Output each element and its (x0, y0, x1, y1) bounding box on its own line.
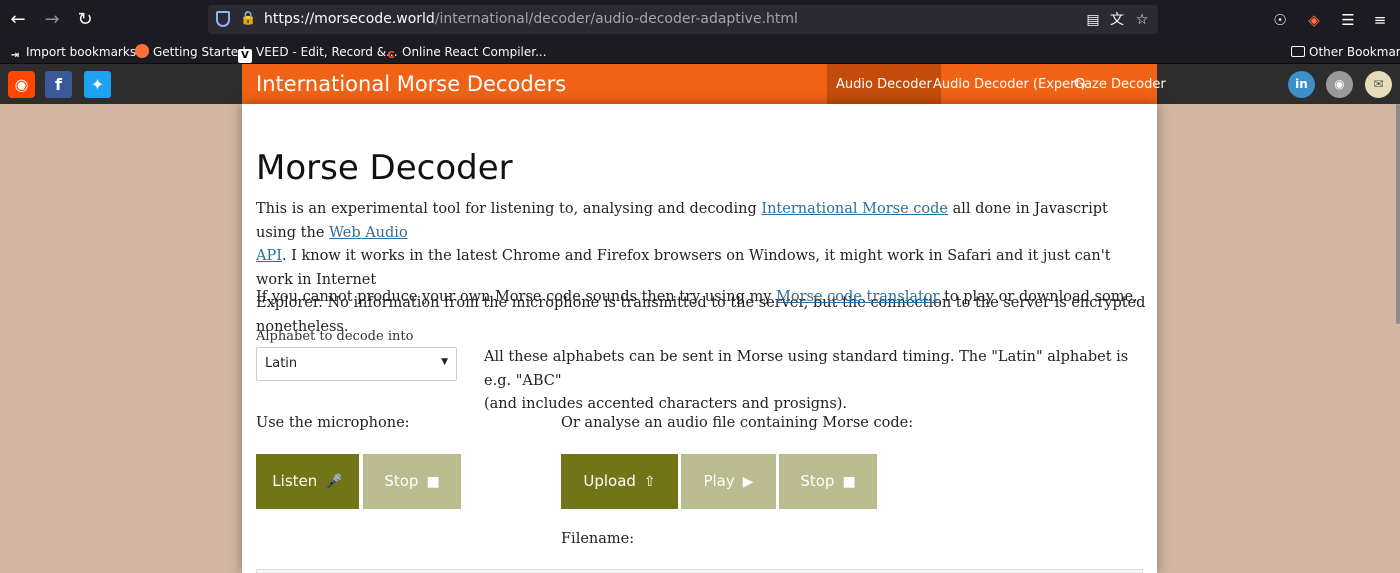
bookmarks-bar: ⇥ Import bookmarks... Getting Started V VE… (0, 40, 1400, 64)
intro-paragraph: This is an experimental tool for listeni… (256, 201, 1146, 335)
main-content: Morse Decoder This is an experimental to… (242, 104, 1157, 573)
translate-icon[interactable]: 文 (1108, 11, 1126, 29)
site-header: International Morse Decoders Audio Decod… (242, 64, 1166, 104)
compiler-icon: C (387, 50, 395, 61)
alphabet-label: Alphabet to decode into (256, 329, 414, 344)
output-box (256, 569, 1143, 573)
web-audio-api-link[interactable]: API (256, 248, 282, 264)
url-bar[interactable]: 🔒 https://morsecode.world/international/… (208, 5, 1158, 34)
reload-icon[interactable]: ↻ (73, 8, 97, 32)
bookmark-react-compiler[interactable]: C Online React Compiler... (384, 43, 546, 61)
microphone-icon: 🎤 (325, 474, 343, 490)
import-icon: ⇥ (10, 50, 20, 61)
stop-icon: ■ (426, 474, 440, 490)
github-icon[interactable]: ◉ (1326, 71, 1353, 98)
extensions-icon[interactable]: ☰ (1336, 8, 1360, 32)
veed-icon: V (238, 49, 252, 63)
other-bookmarks[interactable]: Other Bookmarks (1291, 43, 1400, 61)
alphabet-select[interactable]: Latin ▼ (256, 347, 457, 381)
stop-icon: ■ (842, 474, 856, 490)
shield-icon[interactable] (216, 11, 230, 27)
facebook-icon[interactable]: f (45, 71, 72, 98)
firefox-icon (135, 44, 149, 58)
menu-icon[interactable]: ≡ (1368, 8, 1392, 32)
twitter-icon[interactable]: ✦ (84, 71, 111, 98)
reader-view-icon[interactable]: ▤ (1084, 11, 1102, 29)
stop-file-button[interactable]: Stop ■ (779, 454, 877, 509)
email-icon[interactable]: ✉ (1365, 71, 1392, 98)
nav-gaze-decoder[interactable]: Gaze Decoder (1065, 64, 1175, 104)
chevron-down-icon: ▼ (441, 357, 448, 367)
site-title[interactable]: International Morse Decoders (256, 72, 566, 96)
browser-toolbar: ← → ↻ 🔒 https://morsecode.world/internat… (0, 0, 1400, 40)
url-text[interactable]: https://morsecode.world/international/de… (264, 11, 798, 27)
file-label: Or analyse an audio file containing Mors… (561, 415, 914, 431)
upload-icon: ⇧ (643, 474, 656, 490)
translator-paragraph: If you cannot produce your own Morse cod… (256, 289, 1138, 305)
page-title: Morse Decoder (256, 148, 513, 188)
star-icon[interactable]: ☆ (1133, 11, 1151, 29)
bookmark-veed[interactable]: V VEED - Edit, Record &... (238, 43, 398, 63)
linkedin-icon[interactable]: in (1288, 71, 1315, 98)
forward-icon[interactable]: → (40, 8, 64, 32)
pocket-icon[interactable]: ☉ (1268, 8, 1292, 32)
filename-label: Filename: (561, 531, 635, 547)
profile-icon[interactable]: ◈ (1302, 8, 1326, 32)
translator-link[interactable]: Morse code translator (776, 289, 939, 305)
folder-icon (1291, 46, 1305, 57)
morse-code-link[interactable]: International Morse code (761, 201, 948, 217)
page-scrollbar[interactable] (1396, 104, 1400, 324)
reddit-icon[interactable]: ◉ (8, 71, 35, 98)
bookmark-getting-started[interactable]: Getting Started (135, 43, 246, 61)
web-audio-link[interactable]: Web Audio (329, 225, 408, 241)
alphabet-note: All these alphabets can be sent in Morse… (484, 349, 1129, 412)
play-button[interactable]: Play ▶ (681, 454, 776, 509)
bookmark-import[interactable]: ⇥ Import bookmarks... (8, 43, 148, 61)
listen-button[interactable]: Listen 🎤 (256, 454, 359, 509)
play-icon: ▶ (742, 474, 754, 490)
back-icon[interactable]: ← (6, 8, 30, 32)
lock-icon[interactable]: 🔒 (240, 11, 256, 27)
stop-mic-button[interactable]: Stop ■ (363, 454, 461, 509)
upload-button[interactable]: Upload ⇧ (561, 454, 678, 509)
mic-label: Use the microphone: (256, 415, 410, 431)
